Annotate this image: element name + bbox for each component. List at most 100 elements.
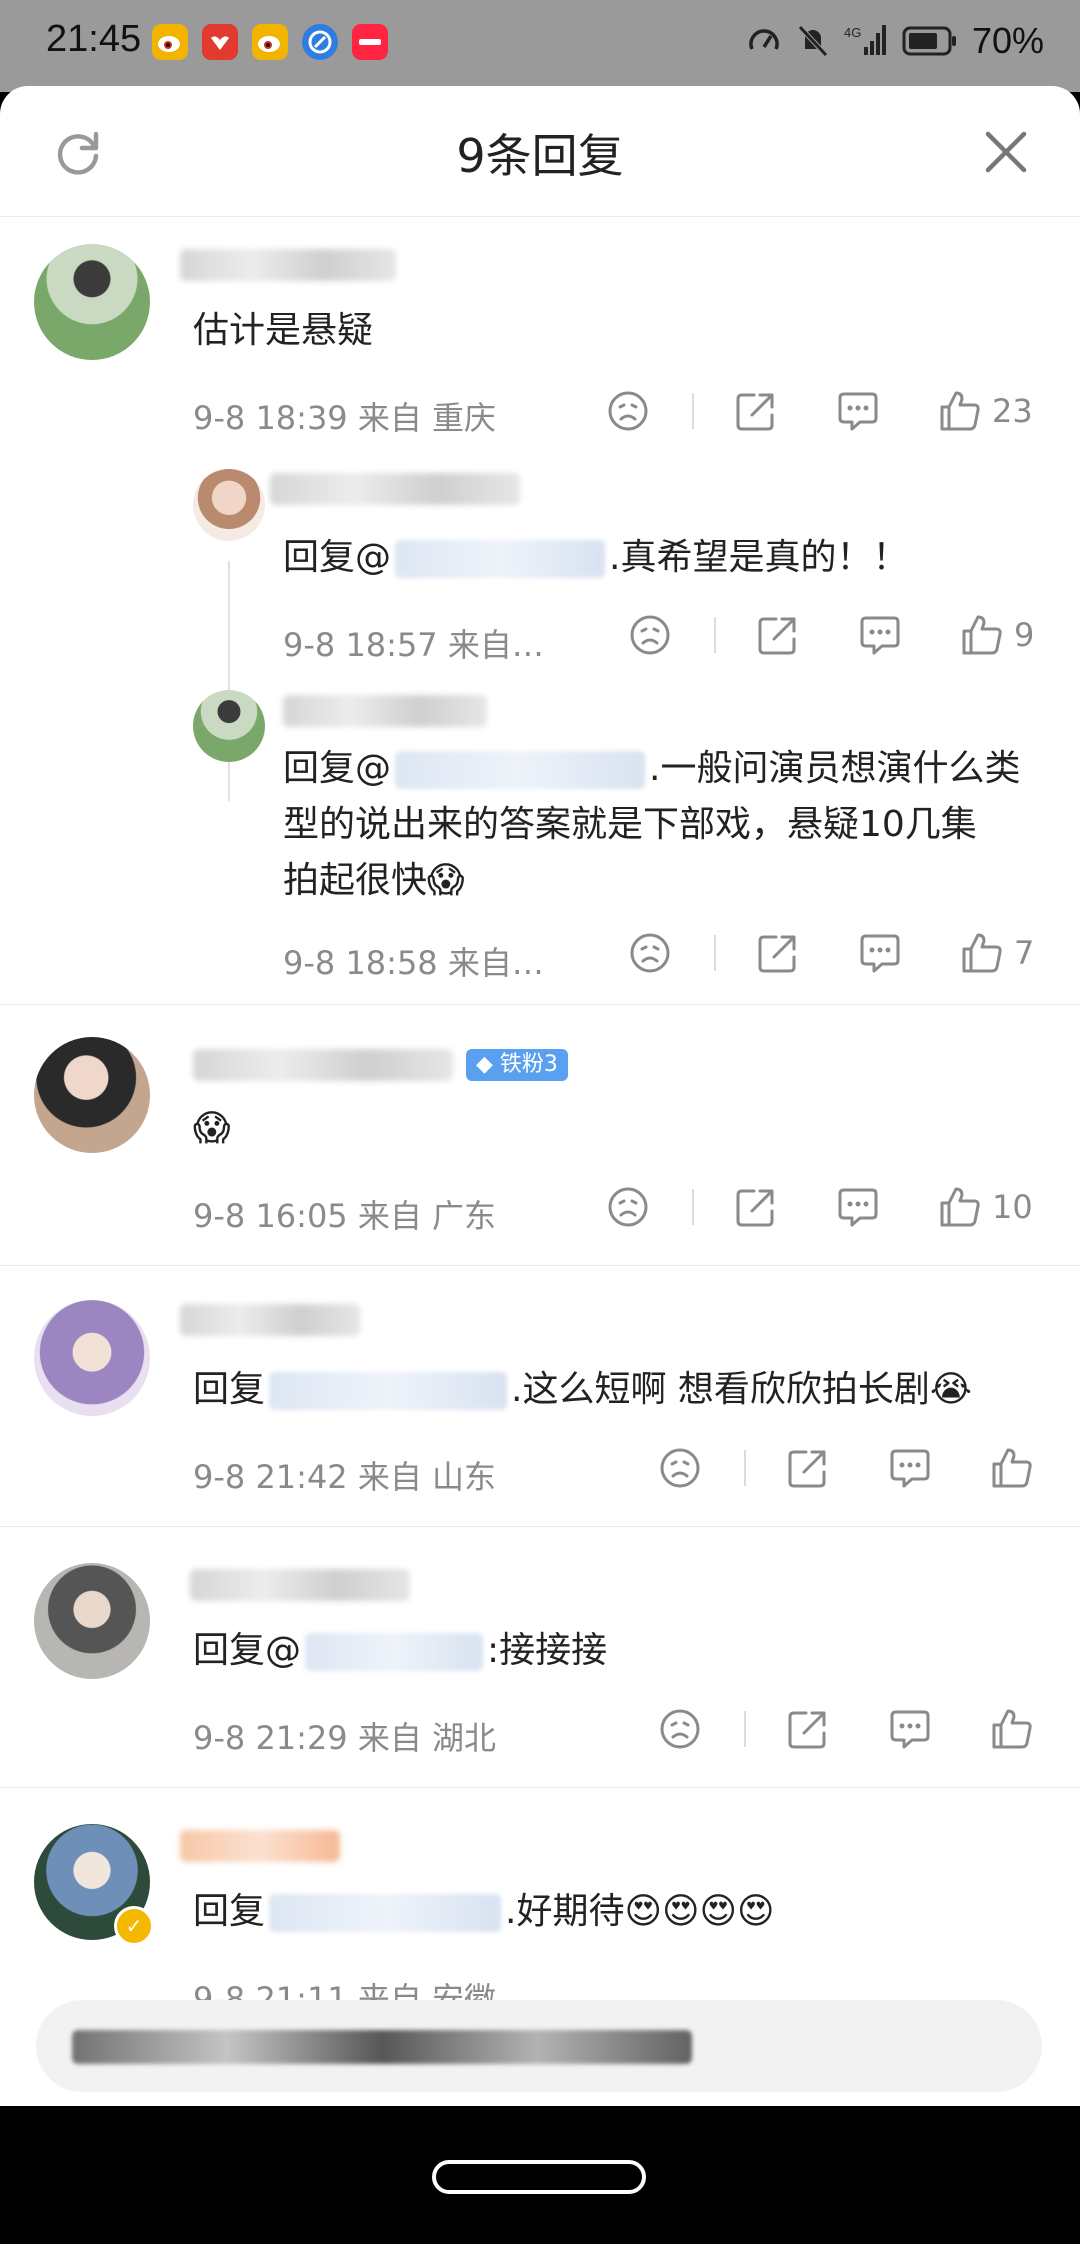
username-blurred[interactable] [180, 1830, 340, 1862]
comment-icon [838, 1188, 878, 1227]
share-icon [736, 1189, 774, 1227]
sad-face-icon [660, 1709, 700, 1749]
avatar[interactable] [34, 1037, 150, 1153]
like-button[interactable] [990, 1707, 1034, 1751]
browser-icon [302, 24, 338, 60]
like-button[interactable] [938, 1185, 982, 1229]
comment-item: 回复 .这么短啊 想看欣欣拍长剧😭 9-8 21:42 来自 山东 [0, 1266, 1080, 1527]
fan-badge[interactable]: ◆ 铁粉3 [466, 1049, 568, 1081]
mention-blurred[interactable] [395, 751, 646, 789]
like-button[interactable] [960, 931, 1004, 975]
reply-actions: 9 [628, 613, 1034, 657]
share-button[interactable] [756, 931, 800, 975]
comment-actions: 10 [606, 1185, 1033, 1229]
share-button[interactable] [734, 1185, 778, 1229]
thumbs-up-icon [962, 615, 1002, 655]
reply-button[interactable] [888, 1446, 932, 1490]
mention-blurred[interactable] [395, 540, 606, 578]
comment-text: 回复@:接接接 [193, 1623, 607, 1679]
comment-text: 回复 .这么短啊 想看欣欣拍长剧😭 [193, 1362, 972, 1418]
status-time: 21:45 [46, 18, 142, 60]
reply-location: 来自… [447, 944, 544, 982]
username-blurred[interactable] [190, 1569, 410, 1601]
dislike-button[interactable] [658, 1707, 702, 1751]
reply-username-blurred[interactable] [283, 695, 487, 727]
diamond-icon: ◆ [476, 1052, 500, 1077]
huawei-icon [202, 24, 238, 60]
comment-icon [890, 1710, 930, 1749]
share-icon [736, 393, 774, 431]
like-button[interactable] [938, 389, 982, 433]
comment-prefix: 回复 [193, 1369, 266, 1410]
reply-avatar[interactable] [193, 690, 265, 762]
reply-username-blurred[interactable] [270, 473, 520, 505]
share-icon [758, 935, 796, 973]
comment-meta: 9-8 16:05 来自 广东 [193, 1191, 496, 1237]
sheet-header: 9条回复 [0, 86, 1080, 217]
share-button[interactable] [756, 613, 800, 657]
sad-face-icon [630, 933, 670, 973]
reply-line2: 型的说出来的答案就是下部戏，悬疑10几集 [283, 804, 977, 845]
reply-suffix: .真希望是真的！！ [609, 537, 909, 578]
signal-icon: 4G [844, 25, 886, 55]
reply-avatar[interactable] [193, 469, 265, 541]
comment-meta: 9-8 21:42 来自 山东 [193, 1452, 496, 1498]
username-blurred[interactable] [180, 1304, 360, 1336]
comment-suffix: .好期待😍😍😍😍 [505, 1891, 775, 1932]
avatar[interactable] [34, 244, 150, 360]
comment-suffix: :接接接 [487, 1630, 608, 1671]
weibo-icon [152, 24, 188, 60]
dislike-button[interactable] [606, 389, 650, 433]
replies-sheet: 9条回复 估计是悬疑 9-8 18:39 来自 重庆 23 回复@ .真希望是真的… [0, 86, 1080, 2106]
share-button[interactable] [734, 389, 778, 433]
reply-button[interactable] [858, 613, 902, 657]
thumbs-up-icon [962, 933, 1002, 973]
like-count: 7 [1014, 934, 1035, 972]
comment-text: 😱 [193, 1108, 231, 1149]
close-icon[interactable] [982, 128, 1030, 176]
reply-button[interactable] [836, 1185, 880, 1229]
comment-icon [860, 934, 900, 973]
reply-button[interactable] [836, 389, 880, 433]
comment-location: 来自 山东 [357, 1458, 497, 1496]
dislike-button[interactable] [628, 613, 672, 657]
comment-icon [890, 1449, 930, 1488]
divider [744, 1450, 746, 1486]
mention-blurred[interactable] [269, 1894, 502, 1932]
reply-meta: 9-8 18:58 来自… [283, 938, 544, 984]
comment-meta: 9-8 18:39 来自 重庆 [193, 393, 496, 439]
thumbs-up-icon [940, 1187, 980, 1227]
comment-actions: 23 [606, 389, 1033, 433]
share-button[interactable] [786, 1707, 830, 1751]
mention-blurred[interactable] [305, 1633, 484, 1671]
dislike-button[interactable] [606, 1185, 650, 1229]
username-blurred[interactable] [180, 249, 396, 281]
comment-icon [838, 392, 878, 431]
dislike-button[interactable] [628, 931, 672, 975]
dislike-button[interactable] [658, 1446, 702, 1490]
sad-face-icon [630, 615, 670, 655]
input-placeholder-blurred [72, 2030, 692, 2064]
mention-blurred[interactable] [269, 1372, 508, 1410]
divider [692, 1189, 694, 1225]
share-icon [788, 1711, 826, 1749]
reply-line3: 拍起很快😱 [283, 860, 465, 901]
avatar[interactable] [34, 1563, 150, 1679]
comment-list[interactable]: 估计是悬疑 9-8 18:39 来自 重庆 23 回复@ .真希望是真的！！ 9-… [0, 217, 1080, 2028]
avatar[interactable] [34, 1300, 150, 1416]
username-blurred[interactable] [193, 1049, 453, 1081]
reply-button[interactable] [858, 931, 902, 975]
reply-button[interactable] [888, 1707, 932, 1751]
system-nav-bar [0, 2112, 1080, 2244]
like-count: 10 [992, 1188, 1033, 1226]
reply-time: 9-8 18:57 [283, 626, 438, 664]
like-button[interactable] [990, 1446, 1034, 1490]
like-button[interactable] [960, 613, 1004, 657]
comment-input[interactable] [36, 2000, 1042, 2092]
reply-meta: 9-8 18:57 来自… [283, 620, 544, 666]
comment-prefix: 回复 [193, 1891, 266, 1932]
page-title: 9条回复 [456, 129, 624, 183]
share-button[interactable] [786, 1446, 830, 1490]
comment-text: 回复 .好期待😍😍😍😍 [193, 1884, 775, 1940]
home-gesture-handle[interactable] [432, 2160, 646, 2194]
